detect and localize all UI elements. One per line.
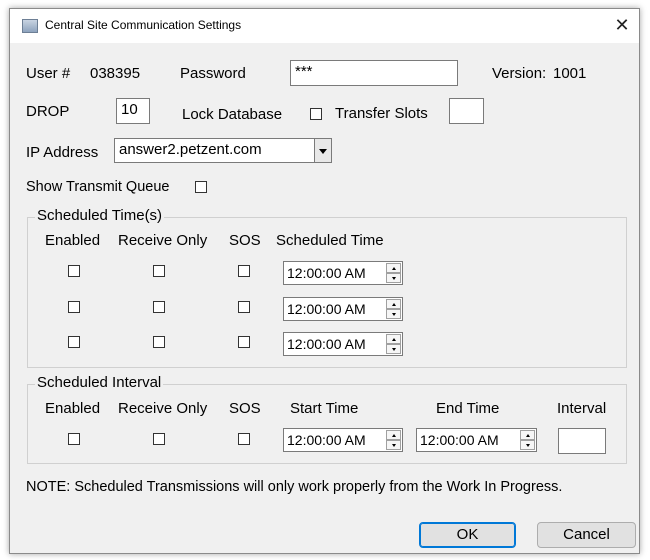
ip-address-value: answer2.petzent.com xyxy=(119,141,262,158)
scheduled-interval-title: Scheduled Interval xyxy=(35,374,164,391)
password-field[interactable]: *** xyxy=(290,60,458,86)
interval-end-time-value: 12:00:00 AM xyxy=(420,432,499,448)
drop-field[interactable]: 10 xyxy=(116,98,150,124)
spin-up-icon[interactable] xyxy=(520,430,535,440)
schedule-3-time-picker[interactable]: 12:00:00 AM xyxy=(283,332,403,356)
schedule-1-enabled-checkbox[interactable] xyxy=(68,265,80,277)
user-number: 038395 xyxy=(90,65,141,82)
spin-down-icon[interactable] xyxy=(386,344,401,354)
interval-field[interactable] xyxy=(558,428,606,454)
schedule-3-receive-only-checkbox[interactable] xyxy=(153,336,165,348)
transfer-slots-label: Transfer Slots xyxy=(335,105,428,122)
title-bar[interactable]: Central Site Communication Settings ✕ xyxy=(10,9,639,43)
spin-up-icon[interactable] xyxy=(386,334,401,344)
window-title: Central Site Communication Settings xyxy=(45,18,242,32)
interval-header-start-time: Start Time xyxy=(290,400,359,417)
schedule-2-time-value: 12:00:00 AM xyxy=(287,301,366,317)
interval-start-time-picker[interactable]: 12:00:00 AM xyxy=(283,428,403,452)
schedule-1-time-value: 12:00:00 AM xyxy=(287,265,366,281)
show-transmit-queue-checkbox[interactable] xyxy=(195,181,207,193)
lock-database-label: Lock Database xyxy=(182,106,283,123)
drop-value: 10 xyxy=(121,101,138,118)
chevron-down-icon[interactable] xyxy=(314,139,331,162)
note-text: NOTE: Scheduled Transmissions will only … xyxy=(26,479,563,495)
spin-up-icon[interactable] xyxy=(386,263,401,273)
interval-header-receive-only: Receive Only xyxy=(118,400,208,417)
interval-enabled-checkbox[interactable] xyxy=(68,433,80,445)
window-icon xyxy=(22,19,38,33)
user-label: User # xyxy=(26,65,71,82)
spin-down-icon[interactable] xyxy=(386,309,401,319)
schedule-3-time-value: 12:00:00 AM xyxy=(287,336,366,352)
password-value: *** xyxy=(295,63,313,80)
schedule-2-enabled-checkbox[interactable] xyxy=(68,301,80,313)
header-sos: SOS xyxy=(229,232,261,249)
interval-receive-only-checkbox[interactable] xyxy=(153,433,165,445)
schedule-2-sos-checkbox[interactable] xyxy=(238,301,250,313)
interval-header-end-time: End Time xyxy=(436,400,500,417)
interval-sos-checkbox[interactable] xyxy=(238,433,250,445)
scheduled-interval-group xyxy=(27,384,627,464)
transfer-slots-field[interactable] xyxy=(449,98,484,124)
schedule-2-receive-only-checkbox[interactable] xyxy=(153,301,165,313)
header-scheduled-time: Scheduled Time xyxy=(276,232,384,249)
settings-dialog: Central Site Communication Settings ✕ Us… xyxy=(9,8,640,554)
schedule-1-receive-only-checkbox[interactable] xyxy=(153,265,165,277)
lock-database-checkbox[interactable] xyxy=(310,108,322,120)
version-label: Version: xyxy=(492,65,547,82)
close-icon[interactable]: ✕ xyxy=(607,11,637,39)
spin-up-icon[interactable] xyxy=(386,299,401,309)
cancel-button[interactable]: Cancel xyxy=(537,522,636,548)
header-receive-only: Receive Only xyxy=(118,232,208,249)
password-label: Password xyxy=(180,65,246,82)
spin-down-icon[interactable] xyxy=(386,273,401,283)
schedule-2-time-picker[interactable]: 12:00:00 AM xyxy=(283,297,403,321)
header-enabled: Enabled xyxy=(45,232,101,249)
spin-down-icon[interactable] xyxy=(386,440,401,450)
spin-down-icon[interactable] xyxy=(520,440,535,450)
interval-header-interval: Interval xyxy=(557,400,607,417)
schedule-1-time-picker[interactable]: 12:00:00 AM xyxy=(283,261,403,285)
interval-start-time-value: 12:00:00 AM xyxy=(287,432,366,448)
spin-up-icon[interactable] xyxy=(386,430,401,440)
version-value: 1001 xyxy=(553,65,587,82)
schedule-1-sos-checkbox[interactable] xyxy=(238,265,250,277)
interval-end-time-picker[interactable]: 12:00:00 AM xyxy=(416,428,537,452)
ip-address-combo[interactable]: answer2.petzent.com xyxy=(114,138,332,163)
ip-address-label: IP Address xyxy=(26,144,99,161)
schedule-3-sos-checkbox[interactable] xyxy=(238,336,250,348)
interval-header-enabled: Enabled xyxy=(45,400,101,417)
drop-label: DROP xyxy=(26,103,70,120)
schedule-3-enabled-checkbox[interactable] xyxy=(68,336,80,348)
ok-button[interactable]: OK xyxy=(419,522,516,548)
interval-header-sos: SOS xyxy=(229,400,261,417)
scheduled-times-title: Scheduled Time(s) xyxy=(35,207,165,224)
show-transmit-queue-label: Show Transmit Queue xyxy=(26,179,170,195)
